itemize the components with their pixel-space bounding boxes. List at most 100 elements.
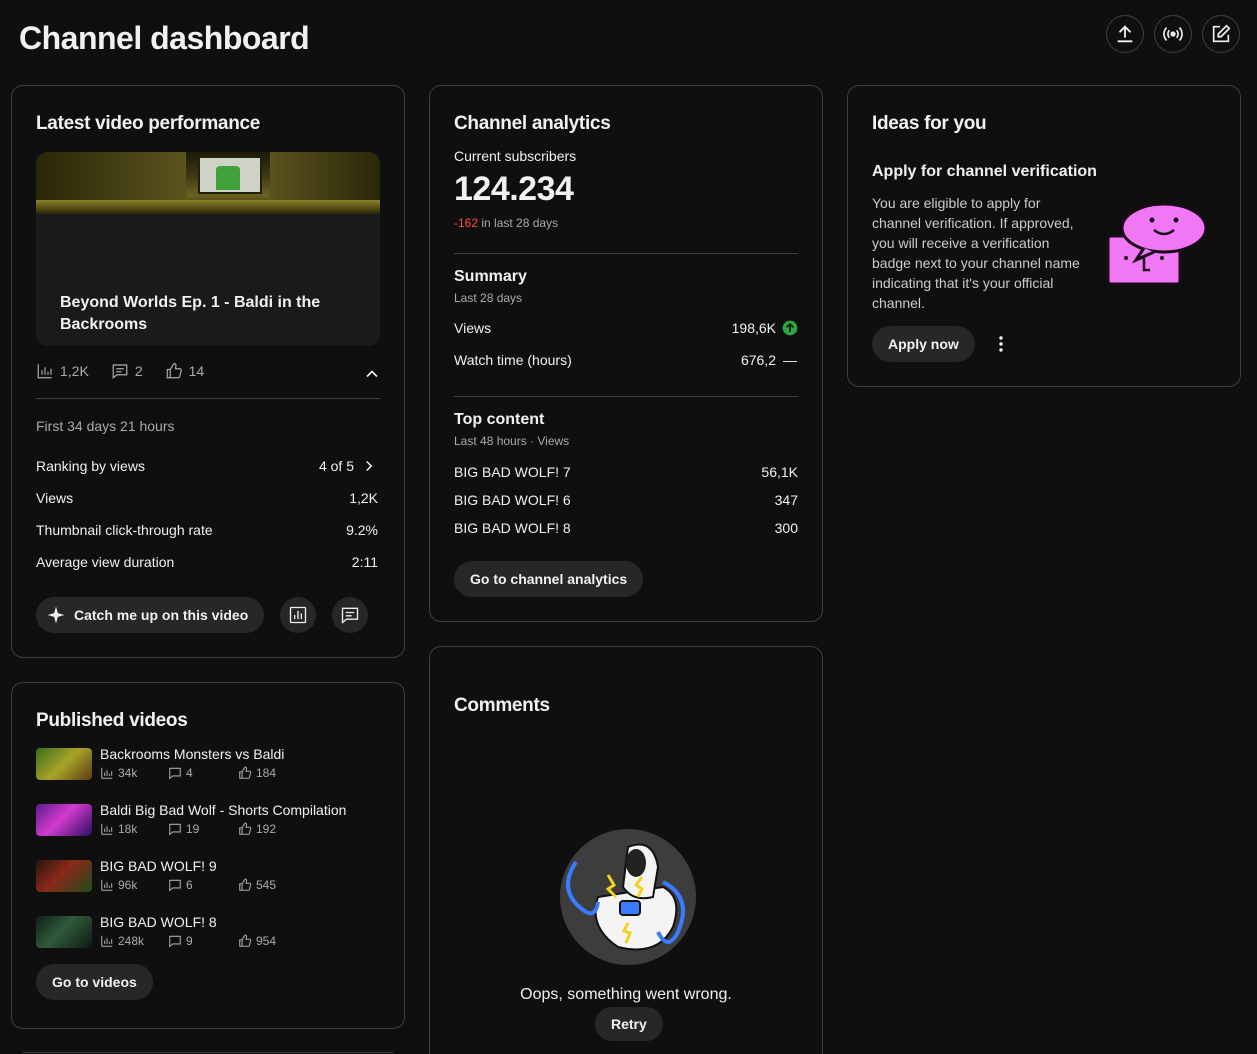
summary-list: Views 198,6K Watch time (hours) 676,2 —: [454, 312, 798, 376]
metric-avg-duration: Average view duration 2:11: [36, 546, 378, 578]
video-title: Backrooms Monsters vs Baldi: [100, 746, 285, 762]
summary-period: Last 28 days: [454, 291, 523, 305]
upload-icon: [1117, 25, 1133, 43]
summary-views: Views 198,6K: [454, 312, 798, 344]
apply-now-button[interactable]: Apply now: [872, 326, 975, 362]
metric-ranking[interactable]: Ranking by views 4 of 5: [36, 450, 378, 482]
video-list-item[interactable]: Backrooms Monsters vs Baldi 34k 4 184: [36, 746, 376, 782]
subscribers-change-suffix: in last 28 days: [478, 216, 559, 230]
header-actions: [1106, 15, 1240, 53]
published-videos-card: Published videos Backrooms Monsters vs B…: [11, 682, 405, 1029]
bar-chart-icon: [37, 364, 52, 379]
video-views: 18k: [118, 822, 138, 836]
chevron-up-icon[interactable]: [362, 364, 382, 384]
card-title: Published videos: [36, 710, 188, 731]
create-post-button[interactable]: [1202, 15, 1240, 53]
video-comments: 6: [186, 878, 193, 892]
metric-label: Average view duration: [36, 554, 175, 570]
upload-button[interactable]: [1106, 15, 1144, 53]
comments-count: 2: [134, 363, 143, 379]
metric-label: Ranking by views: [36, 458, 145, 474]
top-content-value: 56,1K: [761, 464, 798, 480]
verification-illustration-icon: [1106, 202, 1208, 286]
thumbs-up-icon: [239, 878, 252, 891]
video-thumbnail-image: [36, 152, 380, 214]
metric-label: Thumbnail click-through rate: [36, 522, 213, 538]
more-vert-icon[interactable]: [989, 332, 1013, 356]
ideas-card: Ideas for you Apply for channel verifica…: [847, 85, 1241, 387]
catch-me-up-button[interactable]: Catch me up on this video: [36, 597, 265, 633]
video-views: 248k: [118, 934, 145, 948]
analytics-button[interactable]: [280, 597, 317, 633]
catch-me-up-label: Catch me up on this video: [74, 607, 249, 623]
video-list-item[interactable]: BIG BAD WOLF! 8 248k 9 954: [36, 914, 376, 950]
top-content-item[interactable]: BIG BAD WOLF! 6 347: [454, 486, 798, 514]
top-content-title: Top content: [454, 411, 545, 428]
video-title: BIG BAD WOLF! 9: [100, 858, 217, 874]
go-live-button[interactable]: [1154, 15, 1192, 53]
comment-icon: [169, 879, 181, 892]
comment-icon: [112, 364, 128, 379]
video-views: 34k: [118, 766, 138, 780]
thumbs-up-icon: [239, 766, 252, 779]
metric-value: 2:11: [351, 554, 378, 570]
create-post-icon: [1212, 24, 1231, 43]
metric-views: Views 1,2K: [36, 482, 378, 514]
trend-up-icon: [782, 320, 798, 336]
divider: [454, 396, 798, 397]
go-live-icon: [1163, 27, 1183, 41]
comment-icon: [169, 935, 181, 948]
bar-chart-icon: [101, 935, 113, 947]
top-content-period: Last 48 hours · Views: [454, 434, 570, 448]
latest-actions: Catch me up on this video: [36, 597, 369, 633]
metric-label: Views: [36, 490, 74, 506]
bar-chart-icon: [101, 879, 113, 891]
comment-icon: [342, 607, 359, 624]
video-views: 96k: [118, 878, 138, 892]
page-title: Channel dashboard: [19, 20, 310, 56]
trend-flat-icon: —: [783, 352, 797, 368]
idea-heading: Apply for channel verification: [872, 163, 1097, 180]
top-content-list: BIG BAD WOLF! 7 56,1K BIG BAD WOLF! 6 34…: [454, 458, 798, 542]
card-title: Comments: [454, 695, 550, 716]
comments-card: Comments Oops, something went wrong. Ret…: [429, 646, 823, 1054]
latest-video-card: Latest video performance Beyond Worlds E…: [11, 85, 405, 658]
card-title: Latest video performance: [36, 113, 261, 134]
video-list-item[interactable]: BIG BAD WOLF! 9 96k 6 545: [36, 858, 376, 894]
thumbs-up-icon: [239, 934, 252, 947]
divider: [454, 253, 798, 254]
latest-video-thumbnail[interactable]: Beyond Worlds Ep. 1 - Baldi in the Backr…: [36, 152, 380, 346]
metric-value: 1,2K: [349, 490, 378, 506]
metric-value: 4 of 5: [318, 458, 354, 474]
chevron-right-icon: [366, 460, 373, 472]
retry-button[interactable]: Retry: [595, 1007, 663, 1041]
video-title: BIG BAD WOLF! 8: [100, 914, 217, 930]
top-content-label: BIG BAD WOLF! 8: [454, 520, 571, 536]
top-content-item[interactable]: BIG BAD WOLF! 7 56,1K: [454, 458, 798, 486]
metric-label: Views: [454, 320, 492, 336]
video-comments: 19: [186, 822, 200, 836]
likes-count: 14: [188, 363, 205, 379]
thumbs-up-icon: [239, 822, 252, 835]
video-comments: 4: [186, 766, 193, 780]
metric-ctr: Thumbnail click-through rate 9.2%: [36, 514, 378, 546]
subscribers-label: Current subscribers: [454, 148, 577, 164]
period-label: First 34 days 21 hours: [36, 418, 175, 434]
go-to-analytics-button[interactable]: Go to channel analytics: [454, 561, 644, 597]
go-to-videos-button[interactable]: Go to videos: [36, 964, 153, 1000]
analytics-icon: [290, 606, 307, 624]
card-title: Ideas for you: [872, 113, 987, 134]
comments-button[interactable]: [332, 597, 369, 633]
metric-value: 9.2%: [346, 522, 378, 538]
error-illustration-icon: [560, 829, 696, 965]
video-list-item[interactable]: Baldi Big Bad Wolf - Shorts Compilation …: [36, 802, 376, 838]
subscribers-change: -162 in last 28 days: [454, 216, 798, 230]
metric-value: 676,2: [740, 352, 776, 368]
comment-icon: [169, 823, 181, 836]
top-content-item[interactable]: BIG BAD WOLF! 8 300: [454, 514, 798, 542]
video-thumbnail: [36, 748, 92, 780]
latest-metrics: Ranking by views 4 of 5 Views 1,2K Thumb…: [36, 450, 378, 578]
views-count: 1,2K: [60, 363, 89, 379]
thumbs-up-icon: [166, 362, 182, 379]
video-thumbnail: [36, 860, 92, 892]
